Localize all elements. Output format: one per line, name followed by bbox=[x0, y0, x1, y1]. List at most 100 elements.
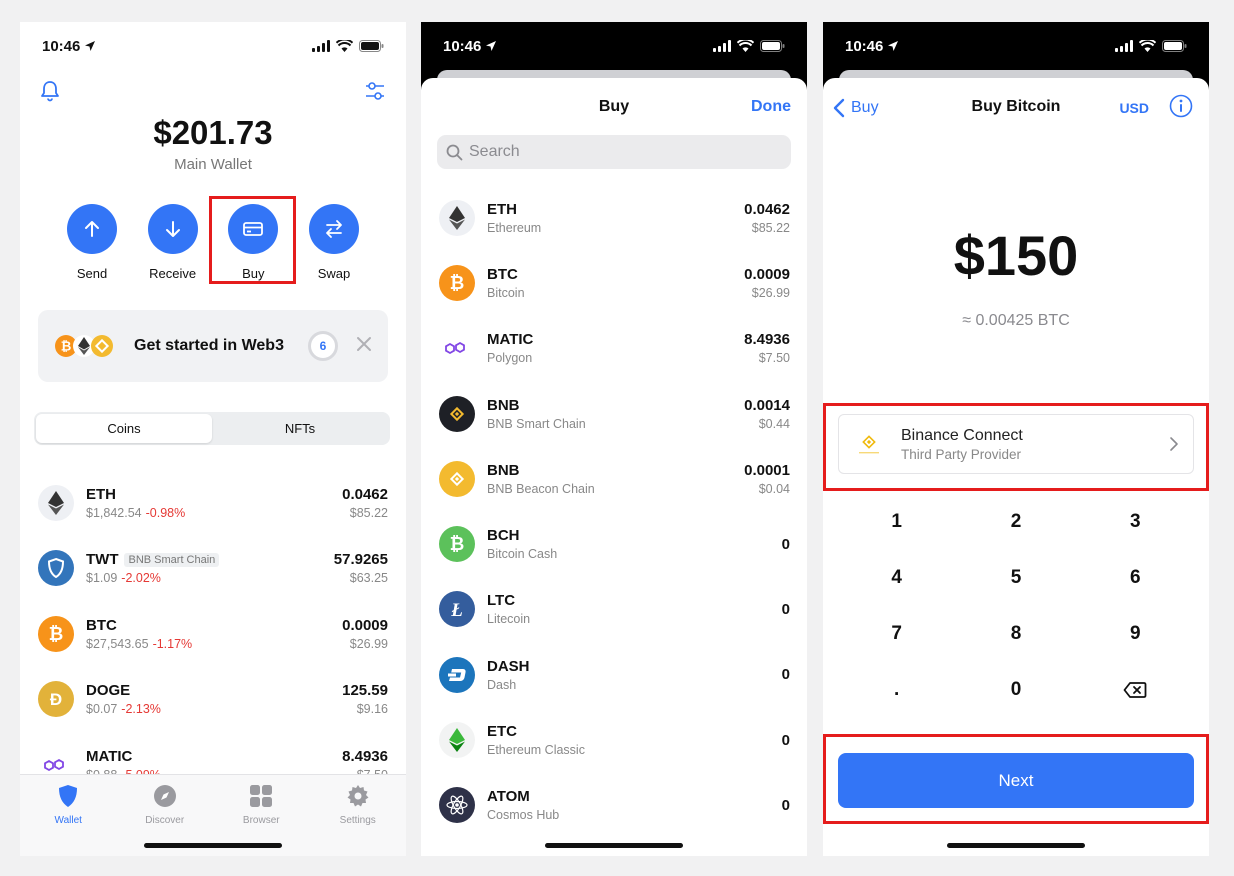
asset-symbol: DASH bbox=[487, 657, 530, 675]
asset-symbol: BTC bbox=[487, 265, 518, 283]
asset-value: $0.04 bbox=[758, 481, 790, 496]
shield-icon bbox=[57, 783, 79, 809]
key-decimal[interactable]: . bbox=[837, 662, 956, 718]
bell-icon[interactable] bbox=[40, 80, 60, 107]
dogecoin-icon: Đ bbox=[38, 681, 74, 718]
status-bar: 10:46 bbox=[823, 22, 1209, 70]
asset-row-bch[interactable]: ₿ BCH Bitcoin Cash 0 bbox=[421, 511, 807, 576]
asset-value: $85.22 bbox=[751, 220, 790, 235]
ethereum-classic-icon bbox=[439, 722, 475, 759]
key-1[interactable]: 1 bbox=[837, 494, 956, 550]
asset-row-ltc[interactable]: Ł LTC Litecoin 0 bbox=[421, 577, 807, 642]
wallet-actions: Send Receive Buy Swap bbox=[52, 204, 374, 281]
location-arrow-icon bbox=[85, 41, 96, 51]
svg-text:₿: ₿ bbox=[61, 339, 72, 354]
svg-text:Ł: Ł bbox=[450, 600, 463, 619]
tab-label: Discover bbox=[145, 815, 185, 826]
tab-settings[interactable]: Settings bbox=[310, 783, 407, 856]
coin-symbol: DOGE bbox=[86, 682, 131, 700]
key-0[interactable]: 0 bbox=[956, 662, 1075, 718]
asset-amount: 0.0014 bbox=[744, 396, 790, 414]
send-label: Send bbox=[76, 266, 108, 281]
web3-banner[interactable]: ₿ Get started in Web3 6 bbox=[38, 310, 388, 382]
bitcoin-cash-icon: ₿ bbox=[439, 526, 475, 563]
coin-row-doge[interactable]: Đ DOGE $0.07 -2.13% 125.59 $9.16 bbox=[20, 667, 406, 733]
wifi-icon bbox=[336, 40, 353, 52]
provider-selector[interactable]: Binance Connect Third Party Provider bbox=[838, 414, 1194, 474]
bnb-icon bbox=[439, 460, 475, 497]
key-2[interactable]: 2 bbox=[956, 494, 1075, 550]
tab-label: Wallet bbox=[54, 815, 82, 826]
coin-amount: 125.59 bbox=[342, 682, 388, 700]
chain-tag: BNB Smart Chain bbox=[124, 552, 220, 567]
asset-row-bnb-beacon[interactable]: BNB BNB Beacon Chain 0.0001 $0.04 bbox=[421, 446, 807, 511]
asset-row-bnb-smart[interactable]: BNB BNB Smart Chain 0.0014 $0.44 bbox=[421, 381, 807, 446]
coin-value: $63.25 bbox=[349, 571, 388, 586]
search-input[interactable]: Search bbox=[437, 135, 791, 169]
web3-coin-icons: ₿ bbox=[54, 333, 118, 359]
crypto-conversion: ≈ 0.00425 BTC bbox=[962, 312, 1070, 329]
asset-row-eth[interactable]: ETH Ethereum 0.0462 $85.22 bbox=[421, 185, 807, 250]
tab-wallet[interactable]: Wallet bbox=[20, 783, 117, 856]
asset-amount: 0.0462 bbox=[744, 200, 790, 218]
asset-symbol: MATIC bbox=[487, 331, 534, 349]
arrow-down-icon bbox=[147, 204, 198, 254]
wifi-icon bbox=[737, 40, 754, 52]
send-button[interactable]: Send bbox=[52, 204, 132, 281]
asset-row-etc[interactable]: ETC Ethereum Classic 0 bbox=[421, 707, 807, 772]
coin-value: $26.99 bbox=[349, 636, 388, 651]
coin-value: $85.22 bbox=[349, 505, 388, 520]
coin-row-btc[interactable]: ₿ BTC $27,543.65 -1.17% 0.0009 $26.99 bbox=[20, 601, 406, 667]
signal-icon bbox=[713, 40, 731, 52]
key-4[interactable]: 4 bbox=[837, 550, 956, 606]
asset-name: Litecoin bbox=[487, 612, 531, 627]
key-6[interactable]: 6 bbox=[1076, 550, 1195, 606]
swap-button[interactable]: Swap bbox=[294, 204, 374, 281]
provider-sub: Third Party Provider bbox=[901, 446, 1022, 462]
info-icon[interactable] bbox=[1169, 94, 1193, 123]
asset-name: Dash bbox=[487, 677, 517, 692]
buy-button[interactable]: Buy bbox=[213, 204, 293, 281]
coin-price: $27,543.65 bbox=[86, 636, 149, 651]
litecoin-icon: Ł bbox=[439, 591, 475, 628]
done-button[interactable]: Done bbox=[751, 98, 791, 116]
coin-amount: 0.0009 bbox=[342, 616, 388, 634]
compass-icon bbox=[153, 783, 177, 809]
asset-amount: 0.0001 bbox=[744, 461, 790, 479]
asset-name: Cosmos Hub bbox=[487, 808, 560, 823]
tab-coins[interactable]: Coins bbox=[36, 414, 212, 443]
key-9[interactable]: 9 bbox=[1076, 606, 1195, 662]
settings-sliders-icon[interactable] bbox=[364, 80, 386, 107]
binance-logo-icon bbox=[853, 428, 885, 460]
coin-row-eth[interactable]: ETH $1,842.54 -0.98% 0.0462 $85.22 bbox=[20, 470, 406, 536]
key-3[interactable]: 3 bbox=[1076, 494, 1195, 550]
status-bar: 10:46 bbox=[20, 22, 406, 70]
key-backspace[interactable] bbox=[1076, 662, 1195, 718]
key-5[interactable]: 5 bbox=[956, 550, 1075, 606]
asset-row-matic[interactable]: MATIC Polygon 8.4936 $7.50 bbox=[421, 316, 807, 381]
asset-row-btc[interactable]: ₿ BTC Bitcoin 0.0009 $26.99 bbox=[421, 250, 807, 315]
coin-change: -1.17% bbox=[152, 636, 193, 651]
wifi-icon bbox=[1139, 40, 1156, 52]
tab-nfts[interactable]: NFTs bbox=[212, 414, 388, 443]
web3-progress-count: 6 bbox=[308, 331, 338, 361]
asset-symbol: ETH bbox=[487, 200, 517, 218]
asset-name: Ethereum Classic bbox=[487, 743, 585, 758]
asset-row-dash[interactable]: DASH Dash 0 bbox=[421, 642, 807, 707]
key-8[interactable]: 8 bbox=[956, 606, 1075, 662]
asset-name: Bitcoin bbox=[487, 285, 525, 300]
arrow-up-icon bbox=[67, 204, 117, 254]
key-7[interactable]: 7 bbox=[837, 606, 956, 662]
bnb-icon bbox=[439, 395, 475, 432]
asset-row-atom[interactable]: ATOM Cosmos Hub 0 bbox=[421, 773, 807, 838]
asset-symbol: BNB bbox=[487, 461, 520, 479]
backspace-icon bbox=[1123, 682, 1147, 698]
coin-row-twt[interactable]: TWT BNB Smart Chain $1.09 -2.02% 57.9265 $6… bbox=[20, 536, 406, 602]
close-icon[interactable] bbox=[356, 336, 372, 357]
next-button[interactable]: Next bbox=[838, 753, 1194, 808]
currency-toggle[interactable]: USD bbox=[1119, 100, 1149, 116]
home-indicator bbox=[947, 843, 1085, 848]
asset-symbol: ATOM bbox=[487, 788, 530, 806]
receive-button[interactable]: Receive bbox=[133, 204, 213, 281]
wallet-name[interactable]: Main Wallet bbox=[20, 156, 406, 173]
